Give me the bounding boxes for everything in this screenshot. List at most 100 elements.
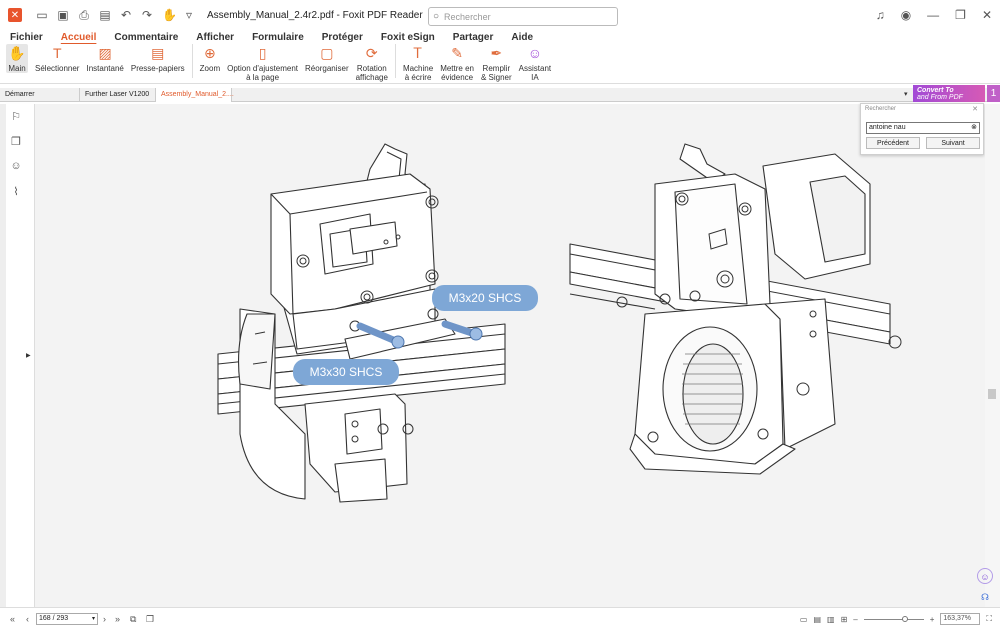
menu-afficher[interactable]: Afficher [196, 32, 234, 43]
menu-foxit-esign[interactable]: Foxit eSign [381, 32, 435, 43]
menu-fichier[interactable]: Fichier [10, 32, 43, 43]
tab-further-laser[interactable]: Further Laser V1200 v2 B... [80, 88, 156, 112]
open-folder-icon[interactable]: ▭ [36, 8, 48, 22]
attachment-icon[interactable]: ⌇ [8, 185, 24, 201]
document-view[interactable]: M3x20 SHCS M3x30 SHCS [35, 104, 985, 607]
pen-icon: ✒ [490, 45, 503, 61]
typewriter-icon: Ꭲ [413, 45, 423, 61]
scrollbar-thumb[interactable] [988, 389, 996, 399]
customize-dropdown-icon[interactable]: ▿ [183, 8, 195, 22]
page-number-input[interactable]: 168 / 293 ▾ [36, 613, 98, 625]
fill-sign-label-2: & Signer [480, 73, 512, 82]
redo-icon[interactable]: ↷ [141, 8, 153, 22]
tab-demarrer[interactable]: Démarrer [0, 88, 80, 102]
select-tool-button[interactable]: T Sélectionner [35, 44, 79, 73]
menu-commentaire[interactable]: Commentaire [114, 32, 178, 43]
title-bar: ✕ ▭ ▣ ⎙ ▤ ↶ ↷ ✋ ▿ Assembly_Manual_2.4r2.… [0, 0, 1000, 30]
tabs-dropdown-icon[interactable]: ▾ [904, 90, 908, 98]
comments-icon[interactable]: ☺ [8, 160, 24, 176]
zoom-slider-knob[interactable] [901, 615, 908, 622]
previous-button[interactable]: Précédent [866, 137, 920, 149]
callout-m3x20: M3x20 SHCS [432, 285, 538, 311]
convert-pdf-banner[interactable]: Convert To and From PDF [913, 85, 985, 102]
continuous-page-icon[interactable]: ▤ [813, 615, 821, 624]
hand-dropdown-icon[interactable]: ✋ [162, 8, 177, 22]
minimize-icon[interactable]: — [927, 8, 939, 22]
new-doc-icon[interactable]: ▤ [99, 8, 111, 22]
reorganize-icon: ▢ [320, 45, 334, 61]
view-mode-icon[interactable]: ⧉ [130, 614, 136, 625]
print-icon[interactable]: ⎙ [78, 8, 90, 23]
clear-search-icon[interactable]: ⊗ [971, 123, 977, 133]
hand-icon: ✋ [8, 45, 26, 61]
hand-tool-button[interactable]: ✋ Main [6, 44, 28, 73]
search-panel-title: Rechercher [865, 106, 897, 112]
zoom-slider[interactable] [863, 615, 924, 622]
single-page-icon[interactable]: ▭ [800, 615, 808, 624]
close-icon[interactable]: ✕ [972, 105, 978, 113]
grid-view-icon[interactable]: ⊞ [841, 615, 848, 624]
next-page-icon[interactable]: › [103, 614, 106, 624]
menu-aide[interactable]: Aide [511, 32, 533, 43]
bookmark-icon[interactable]: ⚐ [8, 110, 24, 126]
search-panel: Rechercher ✕ antoine nau ⊗ Précédent Sui… [860, 103, 984, 155]
snapshot-button[interactable]: ▨ Instantané [86, 44, 123, 73]
window-title: Assembly_Manual_2.4r2.pdf - Foxit PDF Re… [207, 9, 423, 21]
undo-icon[interactable]: ↶ [120, 8, 132, 22]
fill-sign-label-1: Remplir [482, 64, 511, 73]
menu-bar: Fichier Accueil Commentaire Afficher For… [0, 30, 1000, 44]
bell-icon[interactable]: ♫ [876, 8, 885, 22]
select-tool-label: Sélectionner [35, 64, 80, 73]
rotate-label-2: affichage [355, 73, 388, 82]
zoom-out-icon[interactable]: – [853, 615, 857, 624]
first-page-icon[interactable]: « [10, 614, 15, 624]
search-icon: ○ [433, 11, 440, 22]
ribbon-toolbar: ✋ Main T Sélectionner ▨ Instantané ▤ Pre… [0, 44, 1000, 84]
fit-page-button[interactable]: ▯ Option d'ajustement à la page [227, 44, 298, 82]
status-bar: « ‹ 168 / 293 ▾ › » ⧉ ❐ ▭ ▤ ▥ ⊞ – + 163,… [0, 607, 1000, 629]
expand-panel-icon[interactable]: ▶ [26, 352, 31, 359]
snapshot-icon: ▨ [98, 45, 112, 61]
assembly-drawing [217, 143, 902, 503]
copy-page-icon[interactable]: ❐ [146, 614, 154, 625]
page-dropdown-icon[interactable]: ▾ [92, 614, 95, 624]
zoom-level-input[interactable]: 163,37% [940, 613, 981, 625]
convert-line-2: and From PDF [917, 94, 963, 101]
pages-icon[interactable]: ❐ [8, 135, 24, 151]
next-button[interactable]: Suivant [926, 137, 980, 149]
help-icon[interactable]: ☊ [977, 589, 993, 605]
text-select-icon: T [52, 45, 62, 61]
tab-label: Démarrer [5, 91, 35, 98]
search-query: antoine nau [869, 124, 906, 131]
previous-page-icon[interactable]: ‹ [26, 614, 29, 624]
close-icon[interactable]: ✕ [982, 8, 992, 22]
menu-accueil[interactable]: Accueil [61, 32, 97, 43]
menu-formulaire[interactable]: Formulaire [252, 32, 304, 43]
highlighter-icon: ✎ [451, 45, 463, 61]
restore-icon[interactable]: ❐ [955, 8, 966, 22]
rotate-view-button[interactable]: ⟳ Rotation affichage [356, 44, 388, 82]
save-icon[interactable]: ▣ [57, 8, 69, 22]
zoom-in-icon[interactable]: + [930, 615, 935, 624]
ai-assistant-button[interactable]: ☺ Assistant IA [519, 44, 551, 82]
two-page-icon[interactable]: ▥ [827, 615, 835, 624]
vertical-scrollbar[interactable] [985, 104, 1000, 607]
clipboard-button[interactable]: ▤ Presse-papiers [131, 44, 185, 73]
search-input[interactable]: antoine nau ⊗ [866, 122, 980, 134]
reorganize-button[interactable]: ▢ Réorganiser [305, 44, 349, 73]
ai-chat-icon[interactable]: ☺ [977, 568, 993, 584]
zoom-button[interactable]: ⊕ Zoom [200, 44, 220, 73]
zoom-label: Zoom [199, 64, 221, 73]
notification-badge[interactable]: 1 [987, 85, 1000, 102]
menu-partager[interactable]: Partager [453, 32, 494, 43]
highlight-button[interactable]: ✎ Mettre en évidence [440, 44, 474, 82]
fill-sign-button[interactable]: ✒ Remplir & Signer [481, 44, 512, 82]
global-search-input[interactable]: ○ Rechercher [428, 7, 618, 26]
fullscreen-icon[interactable]: ⛶ [986, 614, 992, 624]
last-page-icon[interactable]: » [115, 614, 120, 624]
account-icon[interactable]: ◉ [901, 8, 911, 22]
ai-assistant-icon: ☺ [527, 45, 543, 61]
menu-proteger[interactable]: Protéger [322, 32, 363, 43]
typewriter-button[interactable]: Ꭲ Machine à écrire [403, 44, 433, 82]
tab-assembly-manual[interactable]: Assembly_Manual_2.... ✕ [156, 88, 234, 112]
